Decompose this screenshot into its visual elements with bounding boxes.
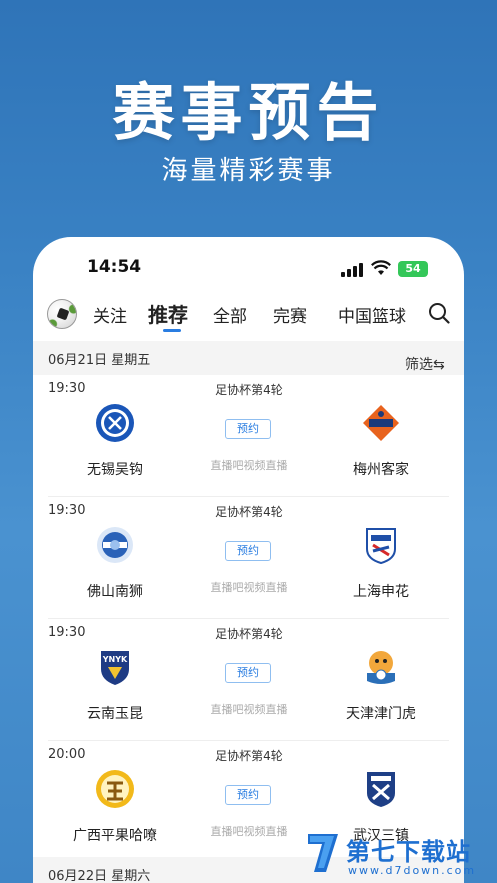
team-logo-icon	[97, 527, 133, 563]
broadcast-source: 直播吧视频直播	[210, 581, 288, 594]
tab-all[interactable]: 全部	[213, 302, 247, 327]
svg-text:YNYK: YNYK	[102, 655, 128, 664]
match-time: 19:30	[48, 381, 86, 396]
tab-recommend[interactable]: 推荐	[148, 299, 188, 328]
phone-screen: 14:54 54 关注 推荐 全部 完赛 中国篮球 06月21日 星期五 筛选⇆…	[33, 237, 464, 883]
team-logo-icon	[366, 528, 396, 565]
search-icon[interactable]	[428, 302, 450, 324]
match-time: 19:30	[48, 503, 86, 518]
broadcast-source: 直播吧视频直播	[210, 703, 288, 716]
battery-indicator: 54	[398, 261, 428, 277]
match-league: 足协杯第4轮	[215, 505, 283, 519]
team-logo-icon	[96, 770, 134, 808]
date-header: 06月21日 星期五 筛选⇆	[33, 341, 464, 375]
wifi-icon	[371, 260, 391, 275]
status-time: 14:54	[87, 257, 142, 277]
reserve-button[interactable]: 预约	[225, 541, 271, 561]
match-row[interactable]: 19:30 足协杯第4轮 YNYK 预约 云南玉昆 直播吧视频直播 天津津门虎	[33, 619, 464, 741]
date-label: 06月21日 星期五	[48, 353, 151, 368]
away-team-name: 上海申花	[353, 584, 409, 600]
match-league: 足协杯第4轮	[215, 383, 283, 397]
tab-finished[interactable]: 完赛	[273, 302, 307, 327]
team-logo-icon	[363, 405, 399, 441]
team-logo-icon	[96, 404, 134, 442]
match-row[interactable]: 19:30 足协杯第4轮 预约 佛山南狮 直播吧视频直播 上海申花	[33, 497, 464, 619]
match-league: 足协杯第4轮	[215, 627, 283, 641]
match-time: 20:00	[48, 747, 86, 762]
hero-title: 赛事预告	[112, 76, 385, 149]
filter-button[interactable]: 筛选⇆	[405, 354, 445, 374]
tab-bar: 关注 推荐 全部 完赛 中国篮球	[33, 297, 464, 337]
match-league: 足协杯第4轮	[215, 749, 283, 763]
match-time: 19:30	[48, 625, 86, 640]
reserve-button[interactable]: 预约	[225, 663, 271, 683]
team-logo-icon: YNYK	[101, 651, 129, 685]
broadcast-source: 直播吧视频直播	[210, 459, 288, 472]
watermark-brand: 第七下载站	[346, 838, 471, 866]
signal-icon	[341, 263, 363, 277]
status-bar: 14:54 54	[33, 257, 464, 281]
hero-subtitle: 海量精彩赛事	[161, 156, 336, 186]
team-logo-icon	[367, 772, 395, 807]
team-logo-icon	[367, 651, 395, 684]
away-team-name: 天津津门虎	[346, 706, 416, 722]
watermark-url: www.d7down.com	[348, 864, 477, 877]
tab-follow[interactable]: 关注	[93, 302, 127, 327]
date-label: 06月22日 星期六	[48, 869, 151, 883]
reserve-button[interactable]: 预约	[225, 785, 271, 805]
brand-logo-icon	[308, 834, 338, 872]
active-tab-indicator	[163, 329, 181, 332]
tab-china-basketball[interactable]: 中国篮球	[338, 302, 406, 327]
site-watermark: 第七下载站 www.d7down.com	[300, 830, 497, 883]
reserve-button[interactable]: 预约	[225, 419, 271, 439]
match-row[interactable]: 19:30 足协杯第4轮 预约 无锡吴钩 直播吧视频直播 梅州客家	[33, 375, 464, 497]
football-icon[interactable]	[47, 299, 77, 329]
away-team-name: 梅州客家	[353, 462, 409, 478]
